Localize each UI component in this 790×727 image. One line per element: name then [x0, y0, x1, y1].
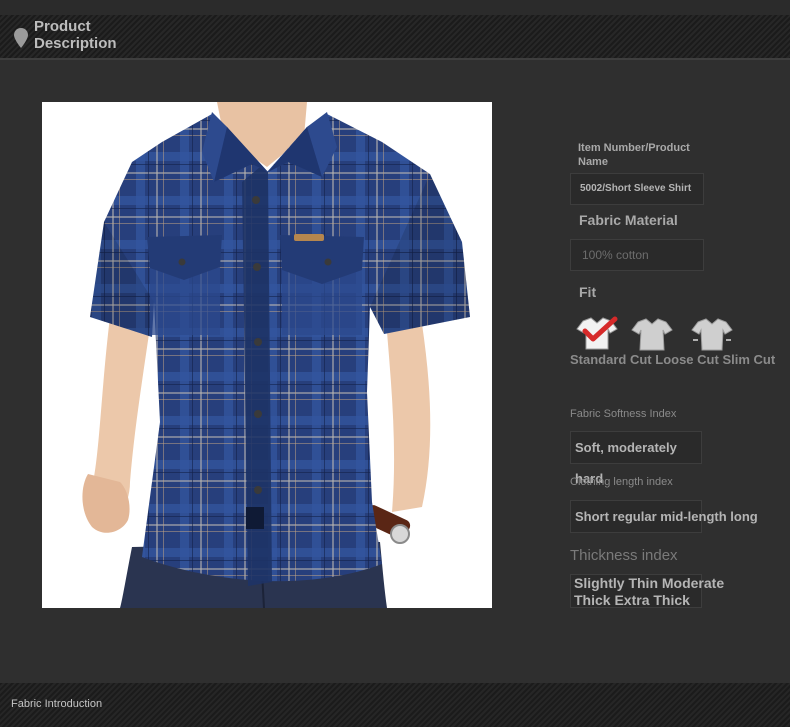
standard-cut-shirt-icon[interactable]	[575, 315, 619, 351]
fit-option-standard[interactable]: Standard Cut	[570, 352, 652, 367]
clothing-length-value: Short regular mid-length long	[570, 500, 758, 533]
item-number-label: Item Number/Product Name	[578, 142, 690, 168]
slim-cut-shirt-icon[interactable]	[690, 316, 734, 352]
loose-cut-shirt-icon[interactable]	[630, 316, 674, 352]
fabric-material-value: 100% cotton	[570, 239, 704, 271]
section-footer: Fabric Introduction	[0, 683, 790, 727]
section-header: Product Description	[0, 15, 790, 60]
fit-options-labels: Standard Cut Loose Cut Slim Cut	[570, 352, 780, 367]
clothing-length-label: Clothing length index	[570, 476, 673, 488]
softness-value: Soft, moderately hard	[570, 431, 702, 486]
fit-label: Fit	[579, 284, 597, 300]
section-title: Product Description	[34, 18, 117, 52]
thickness-label: Thickness index	[570, 547, 678, 564]
softness-label: Fabric Softness Index	[570, 408, 677, 420]
item-number-value: 5002/Short Sleeve Shirt	[570, 173, 704, 205]
fit-option-loose[interactable]: Loose Cut	[655, 352, 719, 367]
fabric-material-label: Fabric Material	[579, 212, 678, 228]
product-photo	[42, 102, 492, 608]
top-strip	[0, 0, 790, 15]
location-pin-icon	[14, 28, 28, 48]
fit-option-slim[interactable]: Slim Cut	[722, 352, 775, 367]
fabric-introduction-title: Fabric Introduction	[11, 698, 103, 710]
thickness-value-text: Slightly Thin Moderate Thick Extra Thick	[574, 575, 725, 608]
thickness-value: Slightly Thin Moderate Thick Extra Thick	[570, 574, 724, 608]
